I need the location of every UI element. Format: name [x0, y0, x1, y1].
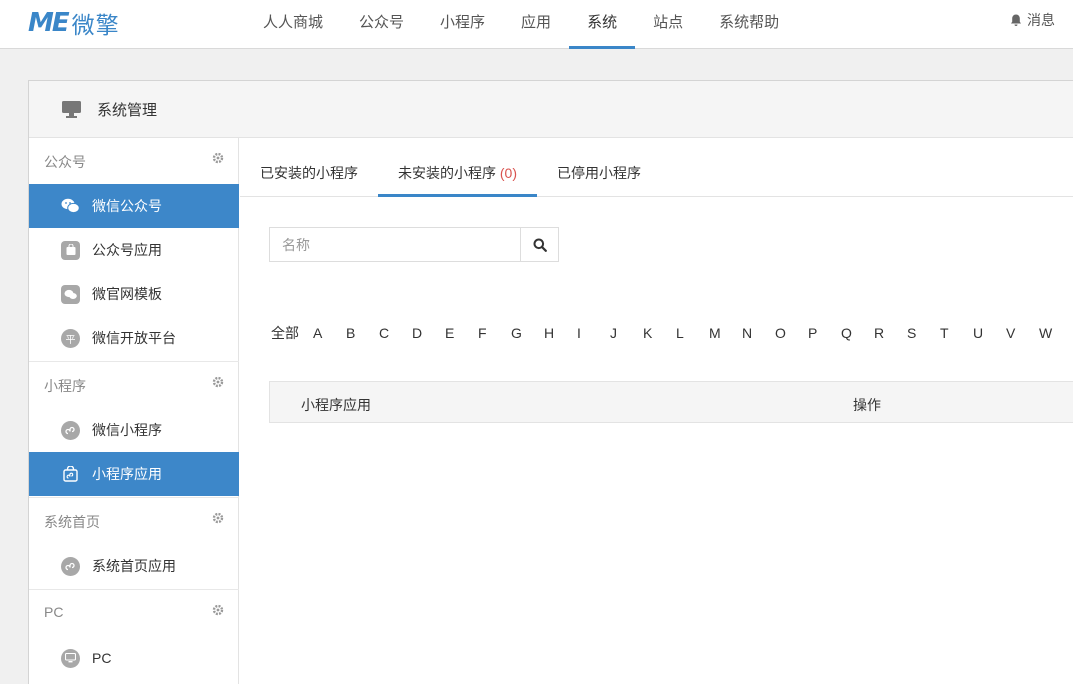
sidebar-group-system-home: 系统首页 — [29, 498, 239, 542]
letter-filter-a[interactable]: A — [313, 325, 346, 341]
monitor-icon — [62, 100, 81, 118]
sidebar-item-label: 微官网模板 — [92, 286, 162, 302]
letter-filter-n[interactable]: N — [742, 325, 775, 341]
sidebar-item-miniprogram-apps[interactable]: 小程序应用 — [29, 452, 239, 496]
letter-filter-j[interactable]: J — [610, 325, 643, 341]
tab-count-badge: (0) — [499, 165, 518, 181]
sidebar-item-wechat-miniprogram[interactable]: 微信小程序 — [29, 408, 239, 452]
monitor-icon — [61, 648, 80, 668]
logo[interactable]: ME 微擎 — [28, 8, 120, 39]
letter-filter-p[interactable]: P — [808, 325, 841, 341]
tab-installed[interactable]: 已安装的小程序 — [240, 138, 378, 197]
sidebar-group-label: 小程序 — [44, 378, 86, 394]
sidebar-item-pc[interactable]: PC — [29, 636, 239, 680]
letter-filter-d[interactable]: D — [412, 325, 445, 341]
letter-filter-g[interactable]: G — [511, 325, 544, 341]
letter-filter-s[interactable]: S — [907, 325, 940, 341]
miniprogram-icon — [61, 556, 80, 576]
sidebar-item-label: 系统首页应用 — [92, 558, 176, 574]
wechat-icon — [61, 197, 80, 216]
nav-item-renren-mall[interactable]: 人人商城 — [245, 0, 341, 49]
sidebar: 公众号 微信公众号 公众号应用 微官网模板 平 微信开放平台 小程序 微信小程序… — [29, 138, 239, 684]
letter-filter-h[interactable]: H — [544, 325, 577, 341]
letter-filter-w[interactable]: W — [1039, 325, 1072, 341]
nav-item-apps[interactable]: 应用 — [503, 0, 569, 49]
letter-filter-k[interactable]: K — [643, 325, 676, 341]
letter-filter-i[interactable]: I — [577, 325, 610, 341]
nav-item-official-account[interactable]: 公众号 — [341, 0, 422, 49]
messages-link[interactable]: 消息 — [1010, 10, 1055, 30]
gear-icon[interactable] — [212, 512, 224, 524]
search-button[interactable] — [520, 228, 558, 261]
letter-filter-r[interactable]: R — [874, 325, 907, 341]
sidebar-group-label: 系统首页 — [44, 514, 100, 530]
messages-label: 消息 — [1027, 12, 1055, 28]
sidebar-item-label: 微信小程序 — [92, 422, 162, 438]
sidebar-item-system-home-apps[interactable]: 系统首页应用 — [29, 544, 239, 588]
top-navbar: ME 微擎 人人商城 公众号 小程序 应用 系统 站点 系统帮助 消息 — [0, 0, 1073, 49]
sidebar-group-official-account: 公众号 — [29, 138, 239, 182]
tab-label: 未安装的小程序 — [398, 165, 496, 181]
nav-item-site[interactable]: 站点 — [635, 0, 701, 49]
letter-filter-m[interactable]: M — [709, 325, 742, 341]
letter-filter-v[interactable]: V — [1006, 325, 1039, 341]
tab-not-installed[interactable]: 未安装的小程序 (0) — [378, 138, 538, 197]
sidebar-item-label: 微信开放平台 — [92, 330, 176, 346]
miniprogram-app-icon — [61, 465, 80, 484]
main-nav: 人人商城 公众号 小程序 应用 系统 站点 系统帮助 — [245, 0, 797, 49]
sidebar-group-pc: PC — [29, 590, 239, 634]
letter-filter-u[interactable]: U — [973, 325, 1006, 341]
tab-label: 已停用小程序 — [557, 165, 642, 181]
table-header: 小程序应用 操作 — [269, 381, 1073, 423]
sidebar-group-label: 公众号 — [44, 154, 86, 170]
column-header-app: 小程序应用 — [301, 397, 371, 413]
gear-icon[interactable] — [212, 152, 224, 164]
sidebar-item-label: 微信公众号 — [92, 198, 162, 214]
letter-filter-q[interactable]: Q — [841, 325, 874, 341]
search-icon — [533, 238, 547, 252]
sidebar-item-wechat-open-platform[interactable]: 平 微信开放平台 — [29, 316, 239, 360]
sidebar-group-miniprogram: 小程序 — [29, 362, 239, 406]
system-panel: 系统管理 公众号 微信公众号 公众号应用 微官网模板 平 微信开放平台 小程序 … — [28, 80, 1073, 684]
panel-title: 系统管理 — [97, 101, 158, 119]
letter-filter-f[interactable]: F — [478, 325, 511, 341]
letter-filter-o[interactable]: O — [775, 325, 808, 341]
letter-filter-b[interactable]: B — [346, 325, 379, 341]
wechat-template-icon — [61, 284, 80, 304]
nav-item-system[interactable]: 系统 — [569, 0, 636, 49]
sidebar-item-label: 小程序应用 — [92, 466, 162, 482]
miniprogram-icon — [61, 420, 80, 440]
sidebar-item-micro-site-template[interactable]: 微官网模板 — [29, 272, 239, 316]
letter-filter-c[interactable]: C — [379, 325, 412, 341]
miniprogram-tabs: 已安装的小程序 未安装的小程序 (0) 已停用小程序 — [240, 138, 1073, 197]
sidebar-group-label: PC — [44, 604, 64, 620]
tab-disabled[interactable]: 已停用小程序 — [537, 138, 661, 197]
tab-label: 已安装的小程序 — [260, 165, 358, 181]
bell-icon — [1011, 14, 1021, 26]
logo-mark: ME — [28, 8, 70, 38]
sidebar-item-official-account-apps[interactable]: 公众号应用 — [29, 228, 239, 272]
search-box — [269, 227, 559, 262]
letter-filter: 全部 A B C D E F G H I J K L M N O P Q R S… — [271, 321, 1072, 345]
nav-item-miniprogram[interactable]: 小程序 — [422, 0, 503, 49]
letter-filter-t[interactable]: T — [940, 325, 973, 341]
gear-icon[interactable] — [212, 604, 224, 616]
column-header-action: 操作 — [853, 397, 881, 413]
panel-header: 系统管理 — [29, 81, 1073, 138]
letter-filter-e[interactable]: E — [445, 325, 478, 341]
sidebar-item-label: 公众号应用 — [92, 242, 162, 258]
logo-text: 微擎 — [71, 13, 120, 39]
nav-item-system-help[interactable]: 系统帮助 — [701, 0, 797, 49]
sidebar-item-wechat-official-account[interactable]: 微信公众号 — [29, 184, 239, 228]
app-bag-icon — [61, 240, 80, 260]
letter-filter-all[interactable]: 全部 — [271, 323, 313, 343]
open-platform-icon: 平 — [61, 328, 80, 348]
search-input[interactable] — [270, 228, 520, 261]
sidebar-item-label: PC — [92, 650, 112, 666]
gear-icon[interactable] — [212, 376, 224, 388]
letter-filter-l[interactable]: L — [676, 325, 709, 341]
